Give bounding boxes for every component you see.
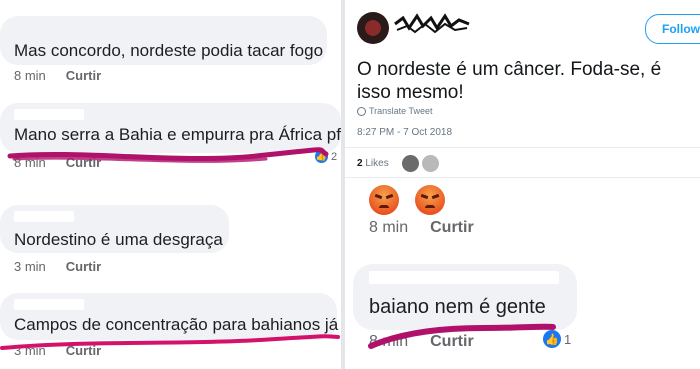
translate-tweet-link[interactable]: Translate Tweet: [357, 106, 433, 116]
redacted-author-name: [14, 109, 84, 120]
angry-reaction-icon: [415, 185, 445, 215]
translate-label: Translate Tweet: [369, 106, 433, 116]
divider: [345, 177, 700, 178]
redacted-author-name: [369, 271, 559, 284]
facebook-comments-panel: Mas concordo, nordeste podia tacar fogo …: [0, 0, 341, 369]
comment-text: baiano nem é gente: [369, 296, 546, 318]
tweet-timestamp[interactable]: 8:27 PM - 7 Oct 2018: [357, 127, 452, 138]
divider: [345, 147, 700, 148]
follow-button[interactable]: Follow: [645, 14, 700, 44]
like-link[interactable]: Curtir: [66, 259, 101, 274]
comment-bubble: Mas concordo, nordeste podia tacar fogo: [0, 16, 327, 65]
comment-bubble: Nordestino é uma desgraça: [0, 205, 229, 253]
redacted-author-name: [14, 299, 84, 310]
like-link[interactable]: Curtir: [430, 219, 474, 236]
avatar[interactable]: [422, 155, 439, 172]
angry-reaction-icon: [369, 185, 399, 215]
comment-time: 8 min: [369, 219, 409, 236]
redacted-username: [394, 13, 470, 34]
avatar[interactable]: [357, 12, 389, 44]
redacted-author-name: [14, 211, 74, 222]
comment-meta: 3 min Curtir: [14, 259, 101, 274]
tweet-text: O nordeste é um câncer. Foda-se, é isso …: [357, 59, 662, 103]
comment-time: 8 min: [14, 68, 46, 83]
reaction-count: 2: [331, 150, 338, 163]
scribble-mark: [0, 334, 340, 350]
comment-meta: 8 min Curtir: [369, 219, 474, 237]
tweet-panel: Follow O nordeste é um câncer. Foda-se, …: [345, 0, 700, 369]
comment-text: Nordestino é uma desgraça: [14, 230, 223, 249]
scribble-mark: [7, 147, 329, 163]
avatar[interactable]: [402, 155, 419, 172]
like-link[interactable]: Curtir: [66, 68, 101, 83]
likes-label: Likes: [365, 158, 389, 169]
likes-count[interactable]: 2 Likes: [357, 158, 389, 169]
globe-icon: [357, 106, 366, 116]
scribble-mark: [368, 323, 556, 349]
comment-time: 3 min: [14, 259, 46, 274]
comment-meta: 8 min Curtir: [14, 68, 101, 83]
comment-text: Mas concordo, nordeste podia tacar fogo: [14, 41, 324, 60]
likes-number: 2: [357, 158, 363, 169]
reaction-count: 1: [564, 331, 572, 347]
